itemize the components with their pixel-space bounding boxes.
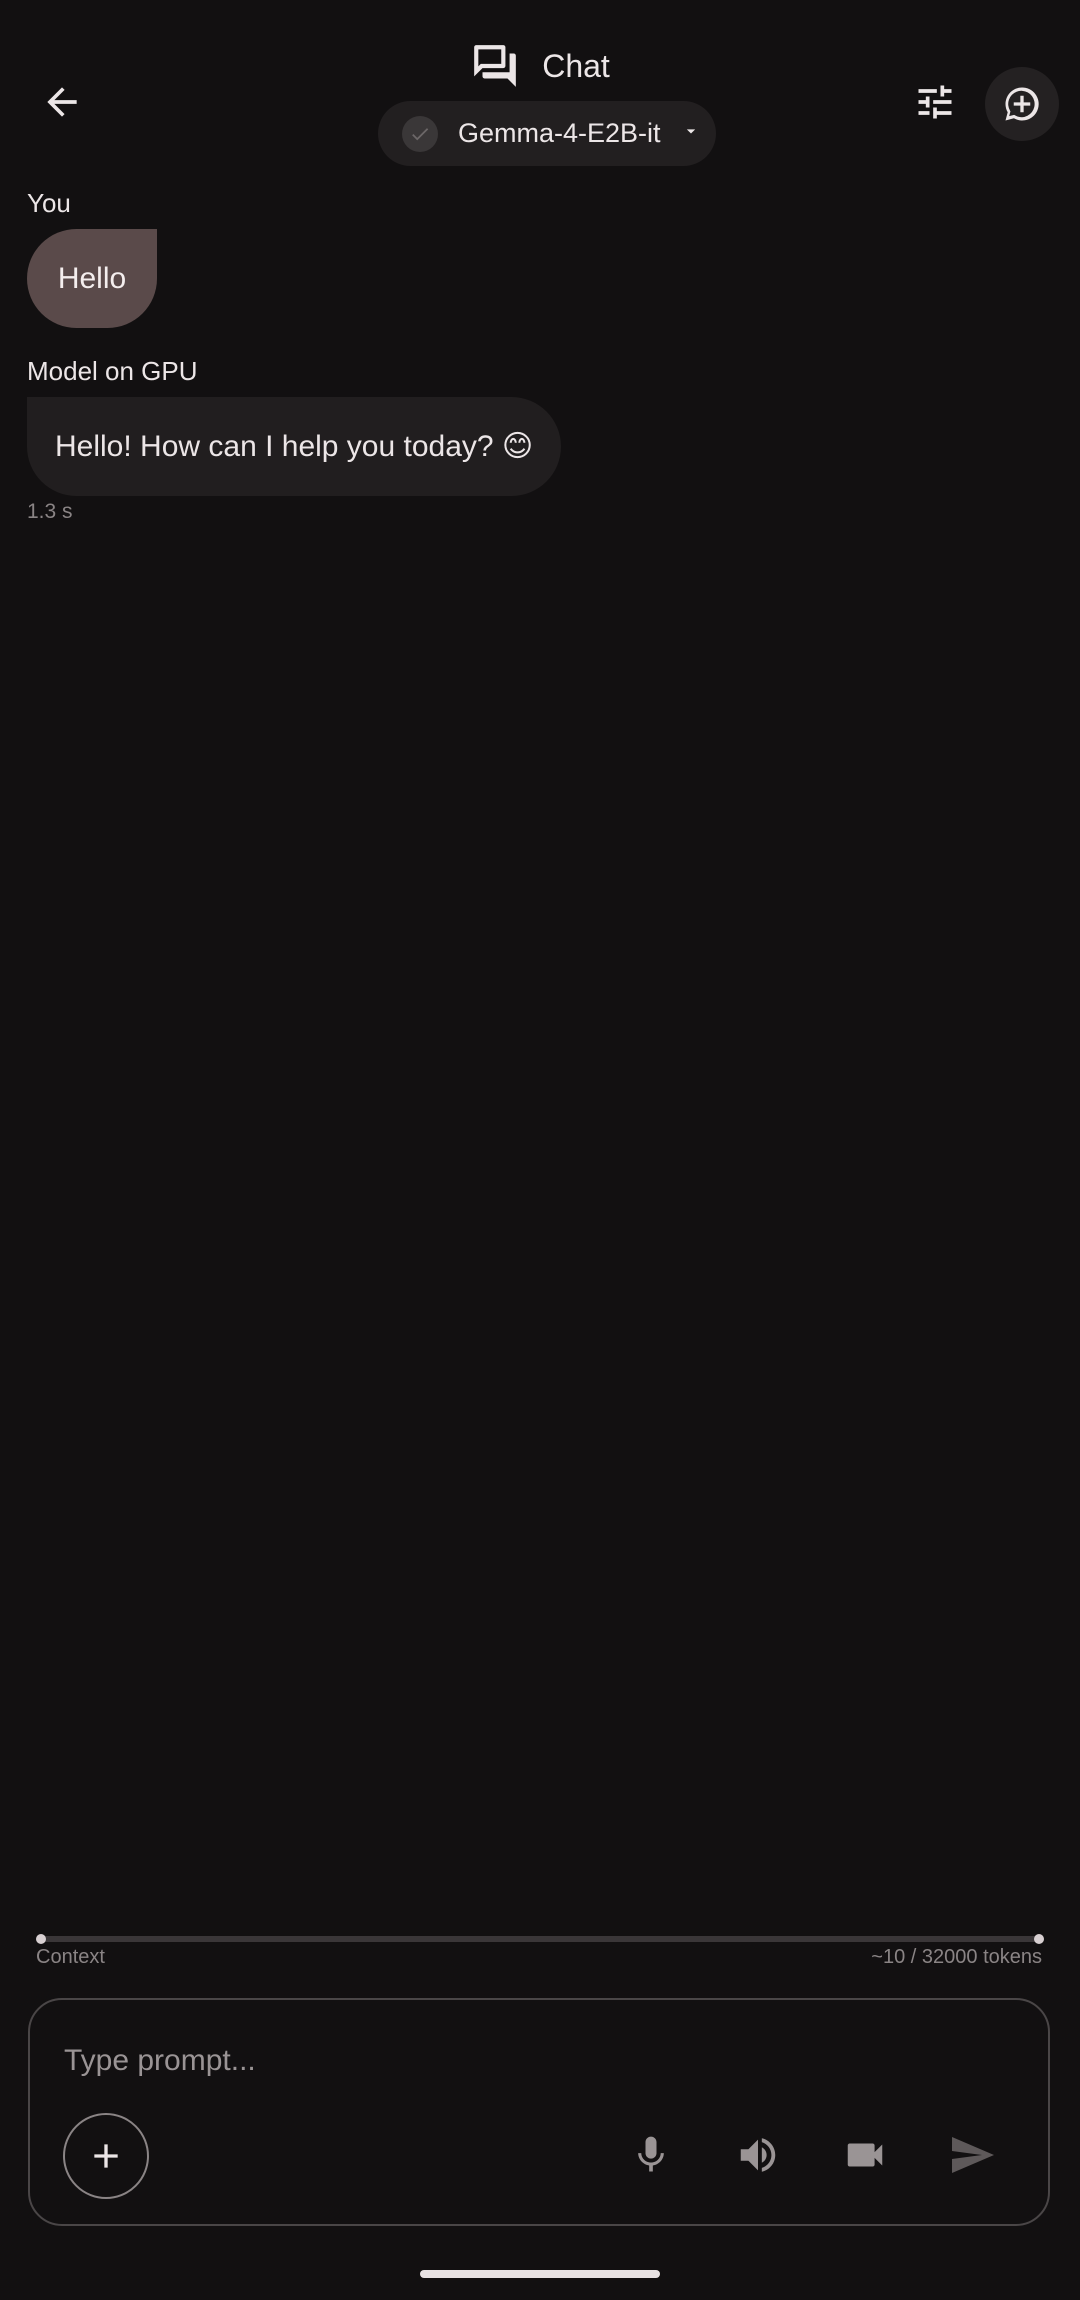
caret-down-icon — [681, 121, 701, 146]
video-camera-icon — [847, 2143, 883, 2167]
context-token-count: ~10 / 32000 tokens — [871, 1946, 1042, 1968]
plus-icon — [94, 2144, 118, 2168]
prompt-panel — [28, 1998, 1050, 2226]
send-icon — [952, 2137, 994, 2173]
home-indicator — [420, 2270, 660, 2278]
microphone-icon — [638, 2136, 664, 2172]
model-name: Gemma-4-E2B-it — [458, 118, 661, 148]
prompt-input[interactable] — [62, 2035, 966, 2087]
check-circle-icon — [402, 115, 438, 152]
context-label: Context — [36, 1946, 105, 1968]
settings-button[interactable] — [895, 62, 975, 142]
model-selector[interactable]: Gemma-4-E2B-it — [378, 101, 716, 166]
microphone-button[interactable] — [616, 2120, 686, 2190]
speaker-button[interactable] — [723, 2120, 793, 2190]
chat-bubbles-icon — [474, 45, 517, 87]
context-progress-track — [36, 1936, 1044, 1942]
tune-sliders-icon — [918, 85, 952, 119]
sender-label-user: You — [27, 188, 71, 218]
response-latency: 1.3 s — [27, 500, 73, 523]
video-button[interactable] — [830, 2120, 900, 2190]
speaker-icon — [740, 2138, 776, 2172]
context-progress-start-dot — [36, 1934, 46, 1944]
add-attachment-button[interactable] — [63, 2113, 149, 2199]
new-chat-button[interactable] — [985, 67, 1059, 141]
context-progress-end-dot — [1034, 1934, 1044, 1944]
title-text: Chat — [542, 47, 610, 84]
add-comment-icon — [1005, 87, 1039, 121]
sender-label-model: Model on GPU — [27, 356, 198, 386]
send-button[interactable] — [937, 2120, 1007, 2190]
user-message-bubble: Hello — [27, 229, 157, 328]
model-message-bubble: Hello! How can I help you today? 😊 — [27, 397, 562, 496]
